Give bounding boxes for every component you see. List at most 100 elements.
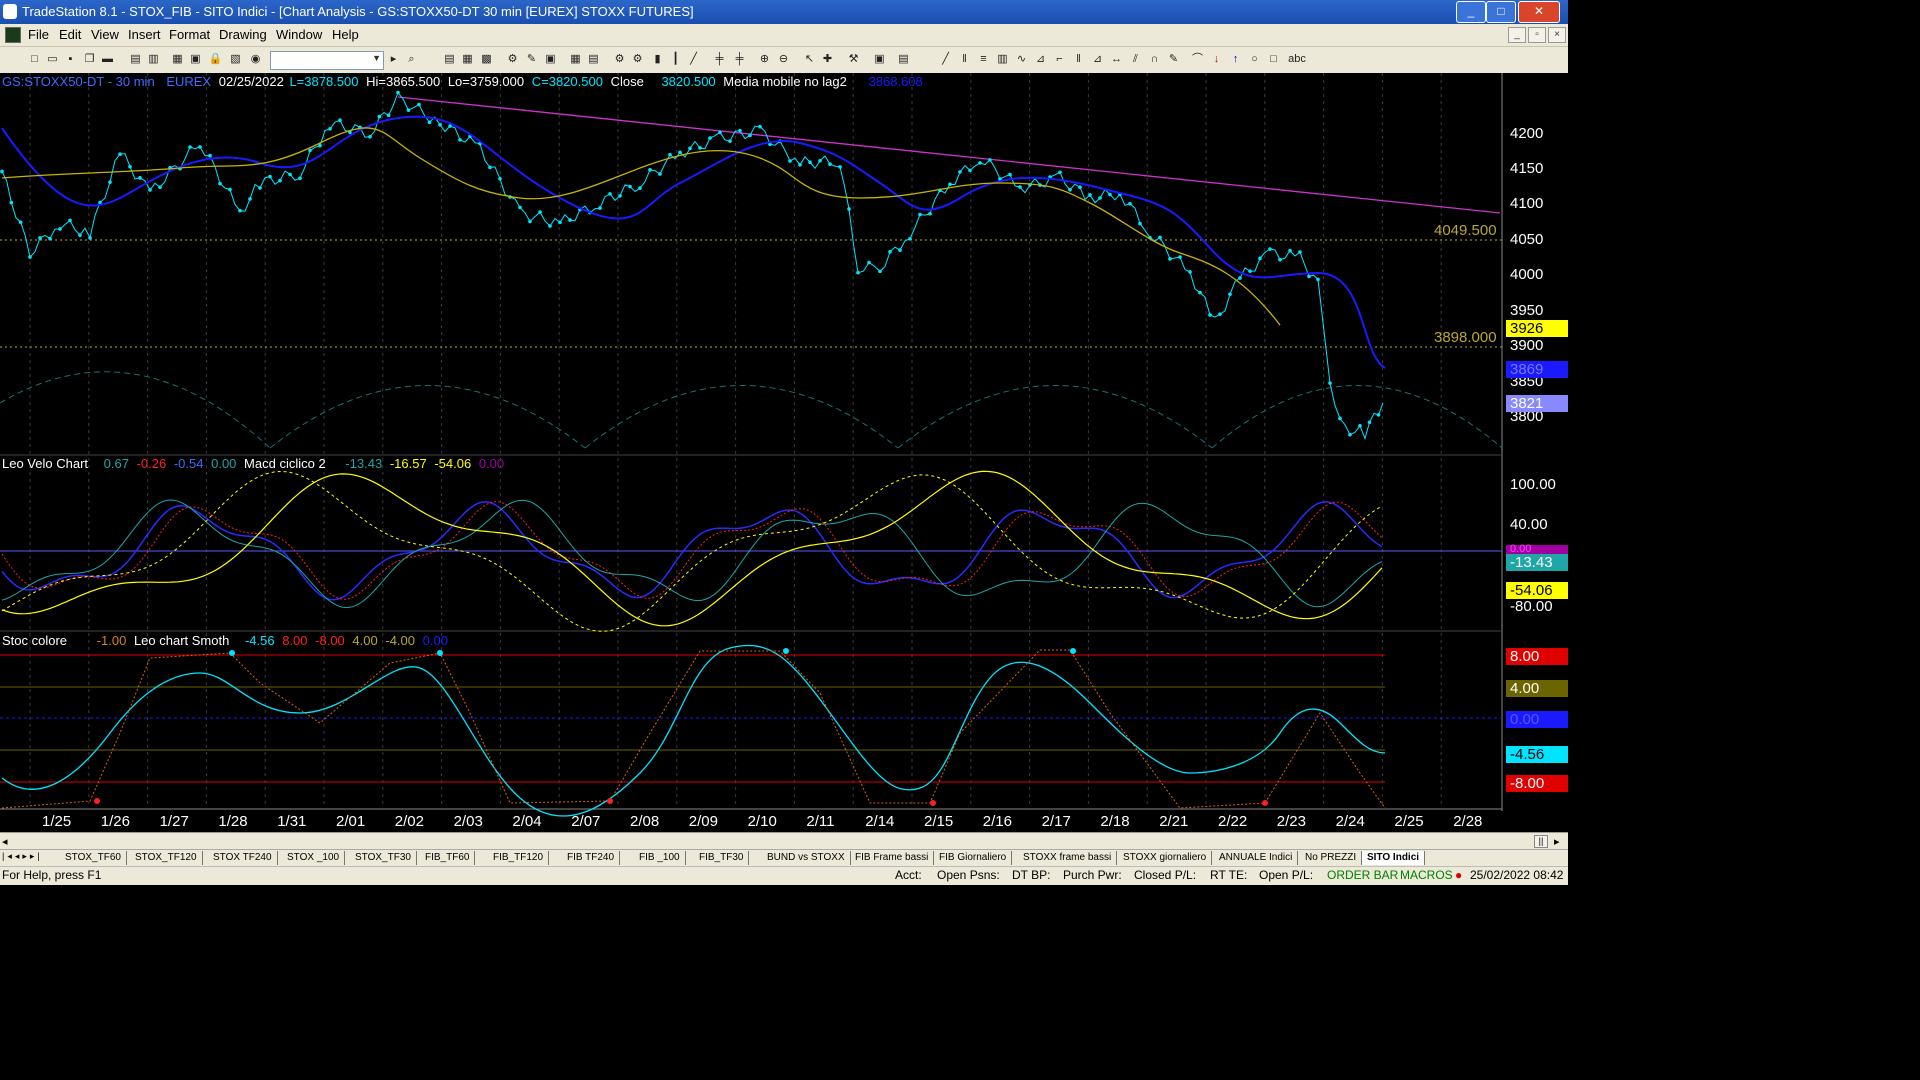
globe-icon[interactable]: ◉ (248, 52, 263, 66)
bar-icon[interactable]: ┃ (668, 52, 683, 66)
arrow-up-icon[interactable]: ↑ (1228, 52, 1243, 66)
workspace-tab[interactable]: STOX_TF60 (60, 851, 127, 865)
tool-u-icon[interactable]: ⫽ (1128, 52, 1143, 66)
tool-k-icon[interactable]: ╪ (712, 52, 727, 66)
crosshair-icon[interactable]: ✚ (820, 52, 835, 66)
save-icon[interactable]: ▪ (63, 52, 78, 66)
candle-icon[interactable]: ▮ (650, 52, 665, 66)
menu-format[interactable]: Format (169, 27, 210, 42)
new-icon[interactable]: □ (27, 52, 42, 66)
tool-o-icon[interactable]: ▥ (995, 52, 1010, 66)
pointer-icon[interactable]: ↖ (802, 52, 817, 66)
tool-v-icon[interactable]: ∩ (1147, 52, 1162, 66)
chart-window-icon[interactable] (5, 27, 21, 43)
workspace-tab[interactable]: ANNUALE Indici (1214, 851, 1299, 865)
close-button[interactable]: ✕ (1518, 1, 1560, 23)
tool-c-icon[interactable]: ▩ (479, 52, 494, 66)
workspace-tab[interactable]: STOXX frame bassi (1018, 851, 1118, 865)
tool-t-icon[interactable]: ⊿ (1090, 52, 1105, 66)
mdi-close-button[interactable]: × (1548, 27, 1566, 43)
vertical-lines-icon[interactable]: ‖ (957, 52, 972, 66)
tool-g-icon[interactable]: ▦ (568, 52, 583, 66)
status-bar: For Help, press F1 Acct: Open Psns: DT B… (0, 866, 1568, 885)
rectangle-icon[interactable]: □ (1266, 52, 1281, 66)
copy-icon[interactable]: ❐ (82, 52, 97, 66)
tab-nav-arrows[interactable]: |◂◂▸▸| (2, 851, 43, 862)
scroll-left-icon[interactable]: ◂ (2, 835, 8, 848)
tool-b-icon[interactable]: ▦ (460, 52, 475, 66)
tool-l-icon[interactable]: ╪ (732, 52, 747, 66)
symbol-combo[interactable] (270, 51, 384, 70)
workspace-tab[interactable]: STOX_TF30 (350, 851, 417, 865)
arrows-icon[interactable]: ↔ (1109, 52, 1124, 66)
tool-p-icon[interactable]: ∿ (1014, 52, 1029, 66)
window-icon[interactable]: ▦ (170, 52, 185, 66)
tool-i-icon[interactable]: ⚙ (612, 52, 627, 66)
trendline-icon[interactable]: ╱ (938, 52, 953, 66)
date-tick: 2/02 (394, 813, 424, 830)
workspace-tab[interactable]: FIB Giornaliero (934, 851, 1013, 865)
menu-window[interactable]: Window (276, 27, 322, 42)
workspace-tab[interactable]: STOXX giornaliero (1118, 851, 1213, 865)
mdi-minimize-button[interactable]: _ (1508, 27, 1526, 43)
tool-j-icon[interactable]: ⚙ (630, 52, 645, 66)
folder-icon[interactable]: ▬ (100, 52, 115, 66)
workspace-tab[interactable]: BUND vs STOXX (762, 851, 851, 865)
menu-edit[interactable]: Edit (59, 27, 81, 42)
chart-icon[interactable]: ▧ (228, 52, 243, 66)
workspace-tab[interactable]: No PREZZI (1300, 851, 1363, 865)
menu-file[interactable]: File (28, 27, 49, 42)
hammer-icon[interactable]: ⚒ (846, 52, 861, 66)
pencil-icon[interactable]: ✎ (1166, 52, 1181, 66)
scroll-thumb[interactable]: || (1534, 835, 1548, 848)
chart-area[interactable]: GS:STOXX50-DT - 30 min EUREX 02/25/2022 … (0, 73, 1568, 833)
lock-icon[interactable]: 🔒 (208, 52, 223, 66)
tool-e-icon[interactable]: ✎ (524, 52, 539, 66)
workspace-tab[interactable]: FIB _100 (634, 851, 686, 865)
tool-r-icon[interactable]: ⌐ (1052, 52, 1067, 66)
scroll-right-icon[interactable]: ▸ (1554, 835, 1560, 848)
tool-a-icon[interactable]: ▤ (442, 52, 457, 66)
curve-icon[interactable]: ⌒ (1190, 52, 1205, 66)
tool-q-icon[interactable]: ⊿ (1033, 52, 1048, 66)
menu-view[interactable]: View (91, 27, 119, 42)
chart-canvas[interactable] (0, 73, 1568, 833)
tool-h-icon[interactable]: ▤ (586, 52, 601, 66)
zoom-out-icon[interactable]: ⊖ (776, 52, 791, 66)
workspace-tab[interactable]: STOX _100 (282, 851, 346, 865)
tool-n-icon[interactable]: ▤ (896, 52, 911, 66)
zoom-in-icon[interactable]: ⊕ (757, 52, 772, 66)
horizontal-lines-icon[interactable]: ≡ (976, 52, 991, 66)
workspace-tab[interactable]: FIB_TF60 (420, 851, 476, 865)
mdi-restore-button[interactable]: ▫ (1528, 27, 1546, 43)
menu-insert[interactable]: Insert (128, 27, 161, 42)
status-macros[interactable]: MACROS (1400, 868, 1453, 882)
tool-f-icon[interactable]: ▣ (543, 52, 558, 66)
arrow-down-icon[interactable]: ↓ (1209, 52, 1224, 66)
menu-help[interactable]: Help (332, 27, 359, 42)
tool-s-icon[interactable]: ‖ (1071, 52, 1086, 66)
status-order-bar[interactable]: ORDER BAR (1327, 868, 1398, 882)
horizontal-scrollbar[interactable]: ◂ || ▸ (0, 832, 1568, 850)
workspace-tab[interactable]: STOX TF240 (208, 851, 278, 865)
tool-d-icon[interactable]: ⚙ (505, 52, 520, 66)
open-icon[interactable]: ▭ (45, 52, 60, 66)
workspace-tab[interactable]: FIB Frame bassi (850, 851, 935, 865)
minimize-button[interactable]: _ (1456, 1, 1486, 23)
maximize-button[interactable]: □ (1486, 1, 1516, 23)
symbol-lookup-icon[interactable]: ⌕ (404, 52, 419, 66)
text-icon[interactable]: abc (1286, 52, 1308, 66)
ellipse-icon[interactable]: ○ (1247, 52, 1262, 66)
workspace-tab[interactable]: FIB_TF120 (488, 851, 550, 865)
print-preview-icon[interactable]: ▥ (146, 52, 161, 66)
workspace-tab[interactable]: FIB_TF30 (694, 851, 750, 865)
workspace-tab[interactable]: FIB TF240 (562, 851, 621, 865)
workspace-tab[interactable]: SITO Indici (1362, 851, 1426, 865)
workspace-tab[interactable]: STOX_TF120 (130, 851, 203, 865)
layout-icon[interactable]: ▣ (188, 52, 203, 66)
tool-m-icon[interactable]: ▣ (872, 52, 887, 66)
menu-drawing[interactable]: Drawing (219, 27, 267, 42)
print-icon[interactable]: ▤ (128, 52, 143, 66)
arrow-right-icon[interactable]: ▸ (386, 52, 401, 66)
line-icon[interactable]: ╱ (686, 52, 701, 66)
